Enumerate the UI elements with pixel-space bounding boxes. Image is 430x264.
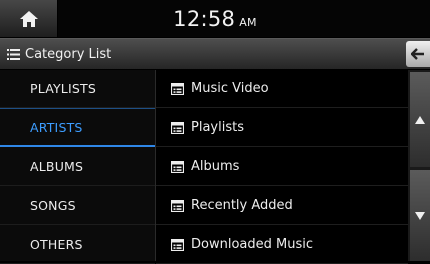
back-arrow-icon — [411, 48, 424, 60]
list-item-label: Playlists — [191, 120, 244, 135]
list-item[interactable]: Recently Added — [156, 187, 408, 225]
folder-list-icon — [171, 160, 184, 173]
clock: 12:58 AM — [0, 0, 430, 37]
list-item-label: Downloaded Music — [191, 237, 313, 252]
list-item[interactable]: Downloaded Music — [156, 226, 408, 264]
scroll-down-icon — [415, 211, 425, 220]
clock-ampm: AM — [239, 15, 257, 29]
category-label: ARTISTS — [30, 120, 83, 135]
folder-list-icon — [171, 238, 184, 251]
home-button[interactable] — [0, 0, 58, 37]
scroll-up-button[interactable] — [410, 72, 430, 167]
scroll-down-button[interactable] — [410, 170, 430, 261]
category-label: SONGS — [30, 198, 76, 213]
category-others[interactable]: OTHERS — [0, 226, 155, 264]
category-artists[interactable]: ARTISTS — [0, 108, 155, 147]
folder-list-icon — [171, 199, 184, 212]
category-label: OTHERS — [30, 237, 83, 252]
category-label: PLAYLISTS — [30, 81, 96, 96]
list-item[interactable]: Playlists — [156, 109, 408, 147]
folder-list-icon — [171, 121, 184, 134]
list-icon — [7, 48, 20, 60]
list-item[interactable]: Music Video — [156, 70, 408, 108]
list-item-label: Albums — [191, 159, 240, 174]
header-title: Category List — [25, 46, 112, 62]
category-sidebar: PLAYLISTS ARTISTS ALBUMS SONGS OTHERS — [0, 70, 156, 264]
item-list: Music Video Playlists Albums Recently Ad… — [156, 70, 408, 264]
folder-list-icon — [171, 82, 184, 95]
back-button[interactable] — [406, 41, 430, 67]
scrollbar — [408, 70, 430, 261]
list-item-label: Music Video — [191, 81, 269, 96]
category-list-button[interactable]: Category List — [7, 39, 111, 69]
status-bar: 12:58 AM — [0, 0, 430, 37]
clock-time: 12:58 — [173, 6, 236, 31]
header-bar: Category List — [0, 38, 430, 69]
category-albums[interactable]: ALBUMS — [0, 148, 155, 186]
scroll-up-icon — [415, 115, 425, 124]
list-item[interactable]: Albums — [156, 148, 408, 186]
home-icon — [19, 10, 38, 27]
category-label: ALBUMS — [30, 159, 84, 174]
category-playlists[interactable]: PLAYLISTS — [0, 70, 155, 108]
category-songs[interactable]: SONGS — [0, 187, 155, 225]
list-item-label: Recently Added — [191, 198, 293, 213]
